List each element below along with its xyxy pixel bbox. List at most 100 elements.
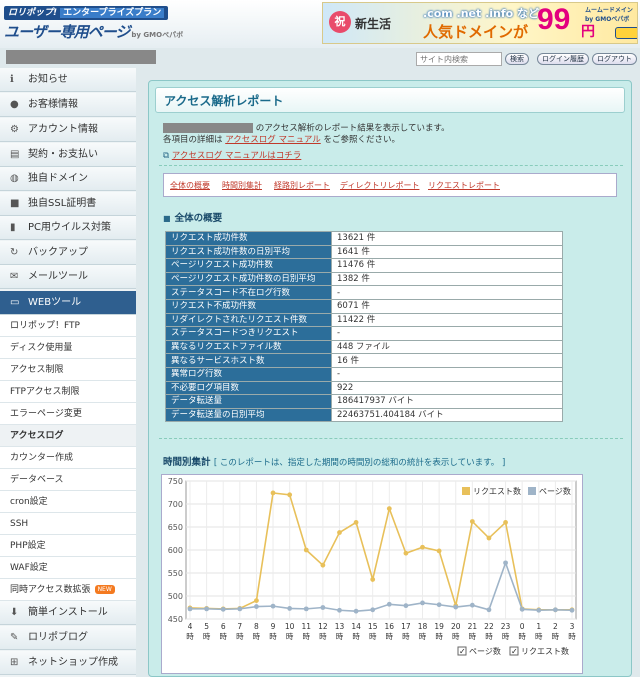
x-tick-unit: 時 — [219, 632, 227, 641]
summary-key: データ転送量の日別平均 — [165, 407, 332, 423]
subitem-ssh[interactable]: SSH — [0, 513, 136, 535]
divider — [159, 165, 623, 166]
subitem-ftp-restriction[interactable]: FTPアクセス制限 — [0, 381, 136, 403]
logo-top[interactable]: ロリポップ! エンタープライズプラン — [4, 6, 169, 20]
x-tick-unit: 時 — [535, 632, 543, 641]
globe-icon: ◍ — [10, 173, 19, 184]
new-badge: NEW — [94, 585, 115, 594]
sidebar-item-domain[interactable]: ◍ 独自ドメイン — [0, 167, 136, 191]
intro-line2a: 各項目の詳細は — [163, 134, 223, 145]
summary-row: ステータスコードつきリクエスト - — [165, 326, 563, 341]
manual-inline-link[interactable]: アクセスログ マニュアル — [225, 135, 321, 145]
login-history-label: ログイン履歴 — [542, 55, 584, 63]
x-tick-label: 0 — [520, 622, 525, 631]
subitem-ftp[interactable]: ロリポップ！FTP — [0, 315, 136, 337]
login-history-button[interactable]: ログイン履歴 — [537, 53, 589, 65]
summary-row: リクエスト不成功件数 6071 件 — [165, 298, 563, 314]
sidebar-item-easy-install[interactable]: ⬇ 簡単インストール — [0, 601, 136, 625]
hourly-heading-row: 時間別集計 [ このレポートは、指定した期間の時間別の総和の統計を表示しています… — [163, 454, 505, 468]
subitem-disk[interactable]: ディスク使用量 — [0, 337, 136, 359]
subitem-access-restriction[interactable]: アクセス制限 — [0, 359, 136, 381]
subitem-php[interactable]: PHP設定 — [0, 535, 136, 557]
search-button[interactable]: 検索 — [505, 53, 529, 65]
tab-referrer[interactable]: 経路別レポート — [274, 180, 330, 191]
user-icon: ● — [10, 99, 19, 110]
external-link-icon: ⧉ — [163, 151, 172, 161]
subitem-label: PHP設定 — [10, 541, 46, 551]
subitem-access-log[interactable]: アクセスログ — [0, 425, 136, 447]
sidebar-item-label: 簡単インストール — [28, 607, 108, 618]
intro-line1: のアクセス解析のレポート結果を表示しています。 — [255, 123, 450, 134]
sidebar-item-netshop[interactable]: ⊞ ネットショップ作成 — [0, 651, 136, 675]
sidebar-item-label: ネットショップ作成 — [28, 657, 118, 668]
mail-icon: ✉ — [10, 271, 19, 282]
x-tick-unit: 時 — [552, 632, 560, 641]
subitem-error-page[interactable]: エラーページ変更 — [0, 403, 136, 425]
sidebar-item-label: WEBツール — [28, 297, 82, 308]
search-button-label: 検索 — [510, 55, 524, 63]
subitem-counter[interactable]: カウンター作成 — [0, 447, 136, 469]
info-icon: ℹ — [10, 74, 14, 85]
legend-swatch-pages — [528, 487, 536, 495]
tab-directory[interactable]: ディレクトリレポート — [340, 180, 419, 191]
logo-main[interactable]: ユーザー専用ページ by GMOペパボ — [4, 21, 183, 42]
y-tick-label: 700 — [168, 500, 183, 509]
summary-table: リクエスト成功件数 13621 件リクエスト成功件数の日別平均 1641 件ページリ… — [165, 231, 563, 423]
subitem-database[interactable]: データベース — [0, 469, 136, 491]
sidebar-item-news[interactable]: ℹ お知らせ — [0, 68, 136, 92]
sidebar-item-account[interactable]: ⚙ アカウント情報 — [0, 118, 136, 142]
subitem-cron[interactable]: cron設定 — [0, 491, 136, 513]
x-tick-label: 15 — [368, 622, 378, 631]
sidebar-item-contract[interactable]: ▤ 契約・お支払い — [0, 143, 136, 167]
sidebar-item-blog[interactable]: ✎ ロリポブログ — [0, 626, 136, 650]
x-tick-label: 18 — [418, 622, 428, 631]
manual-link-row[interactable]: ⧉ アクセスログ マニュアルはコチラ — [163, 149, 301, 161]
x-tick-unit: 時 — [352, 632, 360, 641]
banner-price: 99 — [537, 3, 571, 36]
page-count-checkbox-label: ページ数 — [469, 646, 501, 656]
sidebar-item-web-tools[interactable]: ▭ WEBツール — [0, 291, 136, 315]
x-tick-label: 4 — [188, 622, 193, 631]
x-tick-unit: 時 — [286, 632, 294, 641]
search-input[interactable] — [416, 52, 502, 66]
tab-request[interactable]: リクエストレポート — [428, 180, 500, 191]
plan-badge: エンタープライズプラン — [60, 8, 165, 18]
subitem-waf[interactable]: WAF設定 — [0, 557, 136, 579]
summary-row: データ転送量の日別平均 22463751.404184 バイト — [165, 407, 563, 423]
subitem-label: FTPアクセス制限 — [10, 387, 80, 397]
data-point-requests — [403, 550, 409, 556]
y-tick-label: 500 — [168, 592, 183, 601]
x-tick-unit: 時 — [319, 632, 327, 641]
x-tick-label: 22 — [484, 622, 494, 631]
data-point-pages — [503, 560, 508, 566]
logout-button[interactable]: ログアウト — [592, 53, 637, 65]
summary-value: 186417937 バイト — [331, 394, 563, 409]
banner-new-life: 新生活 — [355, 17, 392, 31]
ad-banner[interactable]: 祝 新生活 .com .net .info など 人気ドメインが 99 円 ムー… — [322, 2, 638, 44]
x-tick-label: 17 — [401, 622, 411, 631]
summary-value: 11476 件 — [331, 258, 563, 273]
data-point-requests — [370, 577, 376, 582]
sidebar-item-mail[interactable]: ✉ メールツール — [0, 265, 136, 289]
data-point-pages — [403, 603, 409, 609]
subitem-label: アクセスログ — [10, 431, 64, 441]
sidebar-item-antivirus[interactable]: ▮ PC用ウイルス対策 — [0, 216, 136, 240]
sidebar-item-label: 独自SSL証明書 — [28, 198, 97, 209]
manual-link[interactable]: アクセスログ マニュアルはコチラ — [172, 151, 302, 161]
subitem-concurrent-access[interactable]: 同時アクセス数拡張 NEW — [0, 579, 136, 601]
tab-overview[interactable]: 全体の概要 — [170, 180, 210, 191]
sidebar-item-ssl[interactable]: ■ 独自SSL証明書 — [0, 192, 136, 216]
subitem-label: SSH — [10, 519, 29, 529]
tab-hourly[interactable]: 時間別集計 — [222, 180, 262, 191]
data-point-pages — [187, 606, 193, 612]
data-point-pages — [536, 607, 542, 613]
summary-row: リダイレクトされたリクエスト件数 11422 件 — [165, 312, 563, 328]
sidebar-item-backup[interactable]: ↻ バックアップ — [0, 241, 136, 265]
x-tick-label: 1 — [536, 622, 541, 631]
sidebar-item-customer[interactable]: ● お客様情報 — [0, 93, 136, 117]
hourly-note: [ このレポートは、指定した期間の時間別の総和の統計を表示しています。 ] — [213, 458, 506, 468]
data-point-requests — [486, 535, 492, 541]
data-point-pages — [303, 606, 309, 612]
data-point-pages — [254, 604, 259, 609]
data-point-pages — [320, 605, 326, 610]
